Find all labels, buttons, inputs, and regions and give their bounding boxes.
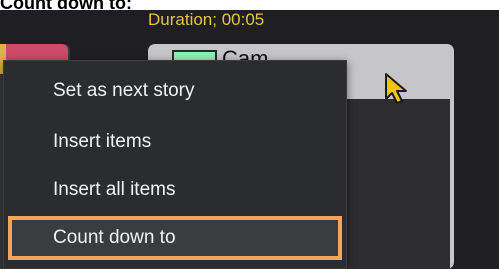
menu-item-insert-all-items[interactable]: Insert all items [8,168,342,212]
mouse-pointer-icon [385,73,407,104]
context-menu: Set as next story Insert items Insert al… [3,60,347,269]
menu-item-count-down-to[interactable]: Count down to [8,216,342,260]
menu-item-insert-items[interactable]: Insert items [8,120,342,164]
duration-label: Duration; 00:05 [148,10,265,29]
menu-item-set-as-next-story[interactable]: Set as next story [8,69,342,113]
page-heading: Count down to: [0,0,132,13]
